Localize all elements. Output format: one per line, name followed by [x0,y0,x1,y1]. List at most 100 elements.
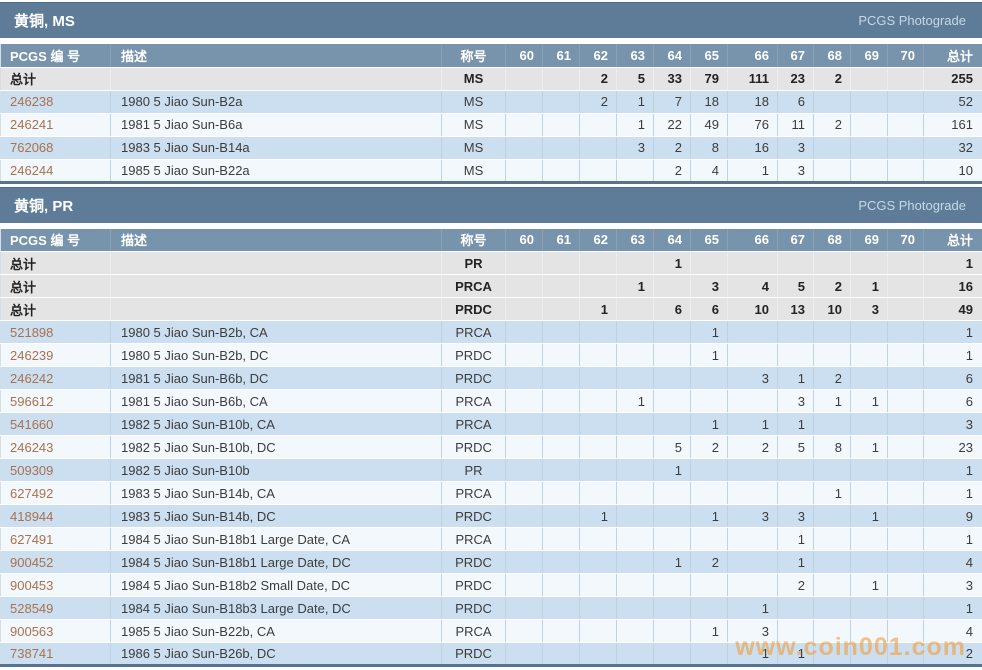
grade-count-cell-66: 3 [727,504,778,528]
pcgs-number-link[interactable]: 246242 [0,366,111,390]
col-header-grade-62: 62 [579,228,617,252]
pcgs-number-link[interactable]: 528549 [0,596,111,620]
description-cell: 1985 5 Jiao Sun-B22b, CA [110,619,442,643]
pcgs-number-link[interactable]: 900563 [0,619,111,643]
col-header-grade-68: 68 [813,44,851,68]
grade-count-cell-65 [690,389,728,413]
grade-count-cell-63 [616,458,654,482]
grade-count-cell-67: 11 [777,113,814,137]
col-header-grade-60: 60 [505,228,543,252]
grade-count-cell-69 [850,619,888,643]
designation-cell: PRCA [441,527,506,551]
grade-count-cell-62 [579,481,617,505]
pcgs-number-link[interactable]: 246238 [0,90,111,114]
grade-count-cell-66: 76 [727,113,778,137]
grade-count-cell-70 [887,366,924,390]
table-row: 762068 1983 5 Jiao Sun-B14a MS 3 2 8 16 3 32 [0,136,982,160]
grade-count-cell-68 [813,504,851,528]
grade-count-cell-64: 6 [653,297,691,321]
grade-count-cell-62 [579,389,617,413]
grade-count-cell-62 [579,113,617,137]
pcgs-number-link[interactable]: 246243 [0,435,111,459]
grade-count-cell-65 [690,458,728,482]
total-count-cell: 3 [923,573,982,597]
column-header-row: PCGS 编 号描述 称号 60 61 62 63 64 65 66 67 68 69 70 总计 [0,44,982,68]
pcgs-number-link[interactable]: 246241 [0,113,111,137]
grade-count-cell-63 [616,619,654,643]
grade-count-cell-70 [887,389,924,413]
pcgs-number-link[interactable]: 418944 [0,504,111,528]
grade-count-cell-66 [727,458,778,482]
grade-count-cell-60 [505,90,543,114]
grade-count-cell-63 [616,297,654,321]
pcgs-number-link[interactable]: 627491 [0,527,111,551]
pcgs-number-link[interactable]: 541660 [0,412,111,436]
pcgs-number-link[interactable]: 762068 [0,136,111,160]
pcgs-number-link[interactable]: 900452 [0,550,111,574]
grade-count-cell-66: 111 [727,67,778,91]
total-count-cell: 2 [923,642,982,666]
grade-count-cell-61 [542,67,580,91]
grade-count-cell-65: 1 [690,504,728,528]
col-header-designation: 称号 [441,44,506,68]
grade-count-cell-60 [505,527,543,551]
totals-row-label: 总计 [0,297,111,321]
col-header-grade-69: 69 [850,44,888,68]
grade-count-cell-61 [542,435,580,459]
pcgs-number-link[interactable]: 596612 [0,389,111,413]
description-cell: 1983 5 Jiao Sun-B14b, CA [110,481,442,505]
pcgs-number-link[interactable]: 509309 [0,458,111,482]
grade-count-cell-60 [505,159,543,183]
pcgs-number-link[interactable]: 521898 [0,320,111,344]
grade-count-cell-70 [887,642,924,666]
total-count-cell: 1 [923,251,982,275]
col-header-grade-70: 70 [887,228,924,252]
grade-count-cell-66: 1 [727,412,778,436]
grade-count-cell-66: 2 [727,435,778,459]
description-cell: 1980 5 Jiao Sun-B2b, CA [110,320,442,344]
grade-count-cell-66 [727,320,778,344]
total-count-cell: 23 [923,435,982,459]
grade-count-cell-65: 2 [690,435,728,459]
grade-count-cell-64 [653,366,691,390]
description-cell: 1982 5 Jiao Sun-B10b, DC [110,435,442,459]
pcgs-number-link[interactable]: 246244 [0,159,111,183]
pcgs-number-link[interactable]: 900453 [0,573,111,597]
grade-count-cell-69 [850,90,888,114]
grade-count-cell-61 [542,90,580,114]
grade-count-cell-65: 6 [690,297,728,321]
designation-cell: MS [441,90,506,114]
grade-count-cell-64: 1 [653,550,691,574]
grade-count-cell-69 [850,113,888,137]
grade-count-cell-67: 1 [777,412,814,436]
col-header-grade-63: 63 [616,44,654,68]
grade-count-cell-68 [813,458,851,482]
grade-count-cell-69 [850,366,888,390]
grade-count-cell-68 [813,90,851,114]
photograde-link[interactable]: PCGS Photograde [858,13,966,28]
col-header-grade-61: 61 [542,44,580,68]
pcgs-number-link[interactable]: 738741 [0,642,111,666]
grade-count-cell-68: 2 [813,366,851,390]
grade-count-cell-66: 1 [727,159,778,183]
designation-cell: PRDC [441,435,506,459]
table-row: 900453 1984 5 Jiao Sun-B18b2 Small Date, … [0,573,982,597]
description-cell: 1981 5 Jiao Sun-B6a [110,113,442,137]
grade-count-cell-60 [505,320,543,344]
table-row: 627492 1983 5 Jiao Sun-B14b, CA PRCA 1 1 [0,481,982,505]
grade-count-cell-63 [616,504,654,528]
grade-count-cell-68 [813,343,851,367]
table-row: 738741 1986 5 Jiao Sun-B26b, DC PRDC 1 1 2 [0,642,982,666]
grade-count-cell-62: 1 [579,504,617,528]
totals-row: 总计 PR 1 1 [0,251,982,275]
designation-cell: MS [441,67,506,91]
pcgs-number-link[interactable]: 246239 [0,343,111,367]
grade-count-cell-66 [727,481,778,505]
grade-count-cell-69 [850,550,888,574]
grade-count-cell-63 [616,251,654,275]
photograde-link[interactable]: PCGS Photograde [858,198,966,213]
pcgs-number-link[interactable]: 627492 [0,481,111,505]
grade-count-cell-70 [887,458,924,482]
grade-count-cell-61 [542,389,580,413]
grade-count-cell-60 [505,550,543,574]
